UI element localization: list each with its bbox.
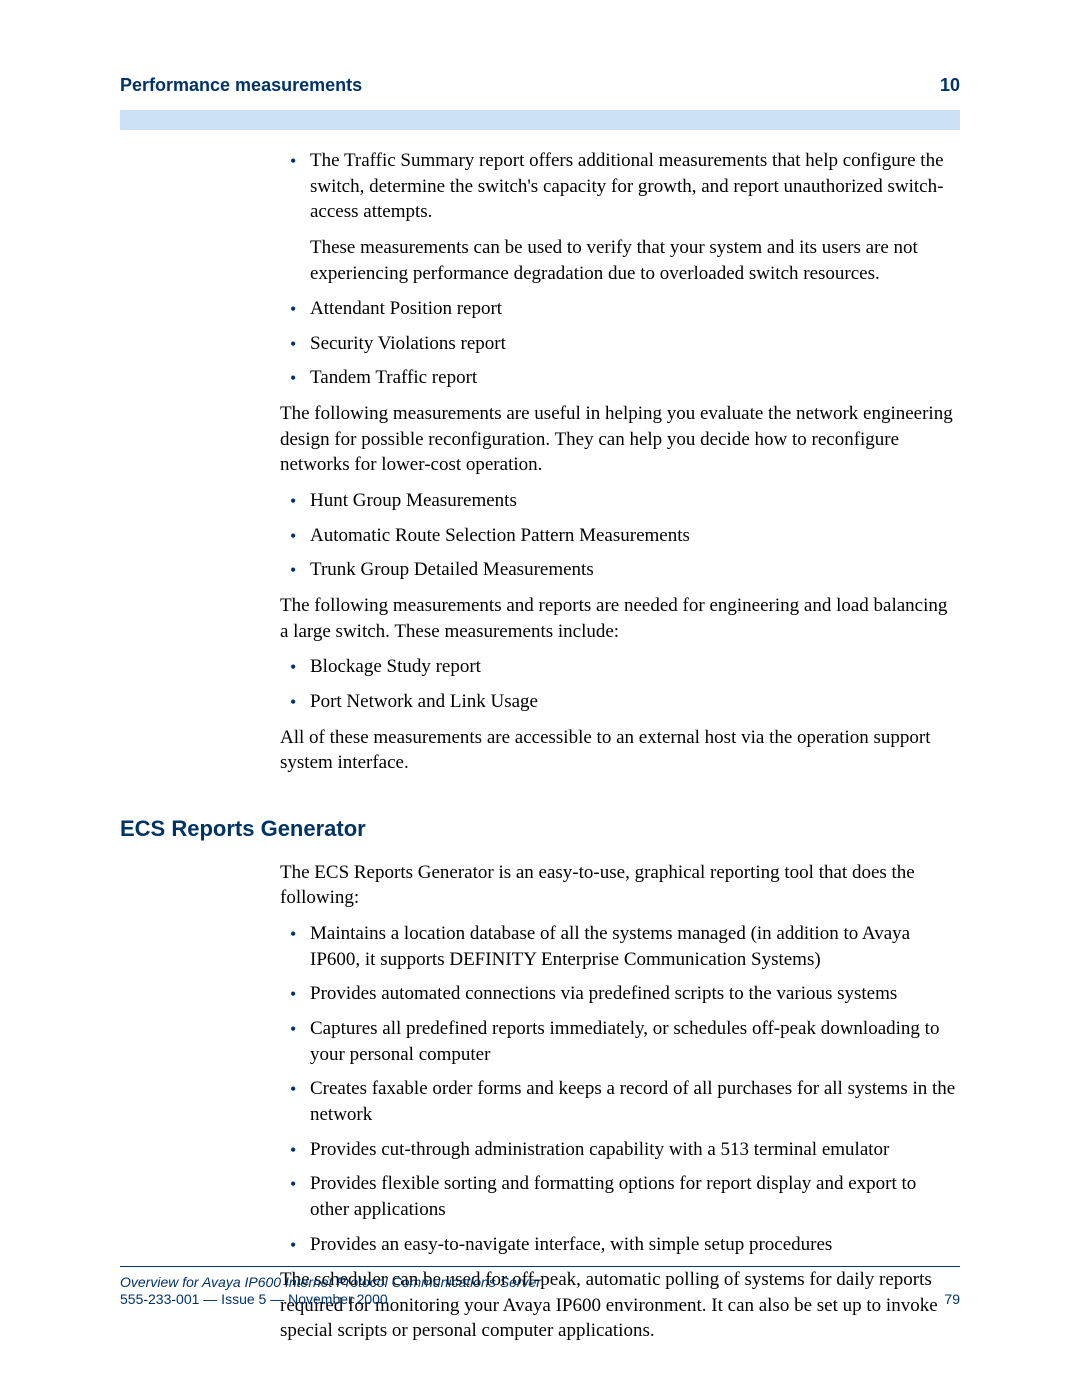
list-item-subtext: These measurements can be used to verify… bbox=[310, 235, 960, 286]
list-item: Tandem Traffic report bbox=[280, 365, 960, 391]
paragraph: The ECS Reports Generator is an easy-to-… bbox=[280, 860, 960, 911]
list-item: Security Violations report bbox=[280, 331, 960, 357]
footer-doc-info: 555-233-001 — Issue 5 — November 2000 bbox=[120, 1291, 388, 1307]
list-item: Provides cut-through administration capa… bbox=[280, 1137, 960, 1163]
header-chapter-number: 10 bbox=[940, 75, 960, 96]
list-item: Provides flexible sorting and formatting… bbox=[280, 1171, 960, 1222]
bullet-list-ecs: Maintains a location database of all the… bbox=[280, 921, 960, 1257]
footer-page-number: 79 bbox=[944, 1291, 960, 1307]
list-item: Attendant Position report bbox=[280, 296, 960, 322]
paragraph: All of these measurements are accessible… bbox=[280, 725, 960, 776]
bullet-list-3: Blockage Study report Port Network and L… bbox=[280, 654, 960, 714]
list-item: Port Network and Link Usage bbox=[280, 689, 960, 715]
section-heading-ecs: ECS Reports Generator bbox=[120, 816, 960, 842]
list-item: Captures all predefined reports immediat… bbox=[280, 1016, 960, 1067]
header-title: Performance measurements bbox=[120, 75, 362, 96]
list-item: Creates faxable order forms and keeps a … bbox=[280, 1076, 960, 1127]
list-item: Automatic Route Selection Pattern Measur… bbox=[280, 523, 960, 549]
footer-divider bbox=[120, 1266, 960, 1267]
paragraph: The following measurements and reports a… bbox=[280, 593, 960, 644]
body-content: The Traffic Summary report offers additi… bbox=[280, 148, 960, 776]
list-item: Blockage Study report bbox=[280, 654, 960, 680]
header-blue-bar bbox=[120, 110, 960, 130]
list-item: Maintains a location database of all the… bbox=[280, 921, 960, 972]
bullet-list-2: Hunt Group Measurements Automatic Route … bbox=[280, 488, 960, 583]
list-item: Hunt Group Measurements bbox=[280, 488, 960, 514]
list-item-text: The Traffic Summary report offers additi… bbox=[310, 150, 944, 222]
bullet-list-1: The Traffic Summary report offers additi… bbox=[280, 148, 960, 391]
page-footer: Overview for Avaya IP600 Internet Protoc… bbox=[120, 1266, 960, 1307]
footer-doc-title: Overview for Avaya IP600 Internet Protoc… bbox=[120, 1273, 960, 1291]
list-item: The Traffic Summary report offers additi… bbox=[280, 148, 960, 286]
paragraph: The following measurements are useful in… bbox=[280, 401, 960, 478]
list-item: Provides automated connections via prede… bbox=[280, 981, 960, 1007]
list-item: Provides an easy-to-navigate interface, … bbox=[280, 1232, 960, 1258]
page-header: Performance measurements 10 bbox=[120, 75, 960, 96]
list-item: Trunk Group Detailed Measurements bbox=[280, 557, 960, 583]
